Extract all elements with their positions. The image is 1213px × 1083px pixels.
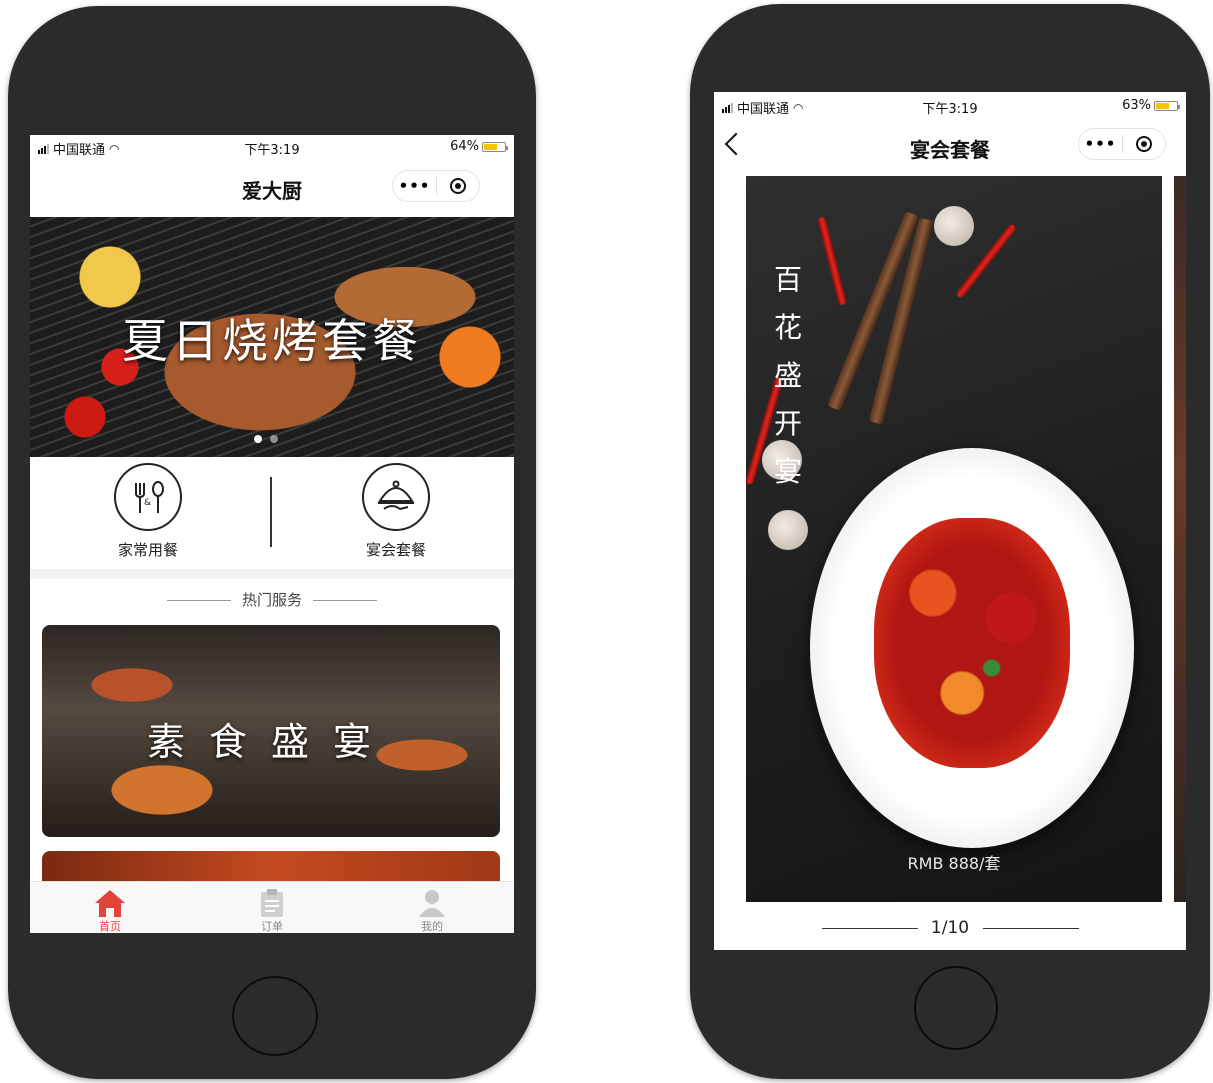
target-icon (449, 178, 466, 194)
slide-pager: 1/10 (714, 918, 1186, 938)
tab-home[interactable]: 首页 (60, 886, 160, 933)
package-price: RMB 888/套 (907, 854, 1001, 873)
section-line-left (167, 600, 232, 601)
chili-pepper (817, 216, 847, 306)
status-time: 下午3:19 (244, 143, 300, 158)
section-header: 热门服务 (30, 589, 514, 610)
tab-bar: 首页 订单 我的 (30, 881, 514, 933)
service-card-vegetarian[interactable]: 素食盛宴 (42, 625, 500, 837)
home-screen: 中国联通 ◠ 下午3:19 64% 爱大厨 ••• 夏日烧烤套餐 & 家常用餐 … (30, 135, 514, 933)
battery-icon (482, 141, 508, 152)
home-icon (95, 890, 125, 917)
tab-orders[interactable]: 订单 (222, 886, 322, 933)
category-banquet[interactable]: 宴会套餐 (334, 463, 458, 563)
fork-spoon-icon: & (114, 463, 182, 531)
pager-text: 1/10 (930, 918, 970, 938)
section-gap (30, 569, 514, 579)
phone-banquet: 中国联通 ◠ 下午3:19 63% 宴会套餐 ••• 百 花 盛 开 宴 RMB… (690, 4, 1210, 1079)
more-menu-button[interactable]: ••• (1079, 135, 1122, 153)
user-icon (419, 890, 445, 917)
more-menu-button[interactable]: ••• (393, 177, 436, 195)
tab-label: 首页 (99, 920, 121, 933)
tab-profile[interactable]: 我的 (382, 886, 482, 933)
section-line-right (312, 600, 377, 601)
close-target-button[interactable] (1123, 136, 1165, 152)
status-bar: 中国联通 ◠ 下午3:19 64% (30, 135, 514, 158)
home-hardware-button[interactable] (914, 966, 998, 1050)
chili-dish (874, 518, 1070, 768)
pager-line-right (982, 927, 1079, 929)
clipboard-icon (261, 889, 283, 917)
category-row: & 家常用餐 宴会套餐 (30, 457, 514, 569)
nav-bar: 爱大厨 ••• (30, 165, 514, 207)
status-time: 下午3:19 (922, 102, 978, 117)
banner-indicator (254, 435, 278, 443)
promo-banner[interactable]: 夏日烧烤套餐 (30, 217, 514, 457)
battery-percent: 64% (450, 139, 479, 154)
garlic-bulb (934, 206, 974, 246)
battery-percent: 63% (1122, 98, 1151, 113)
banner-dot (270, 435, 278, 443)
svg-text:&: & (144, 498, 151, 508)
next-slide-peek[interactable] (1174, 176, 1186, 902)
banner-title: 夏日烧烤套餐 (122, 314, 422, 368)
package-slide[interactable]: 百花盛开宴 RMB 888/套 (746, 176, 1162, 902)
tab-label: 订单 (261, 920, 283, 933)
mini-program-capsule: ••• (392, 170, 480, 202)
card-title: 素食盛宴 (146, 720, 395, 764)
section-title: 热门服务 (241, 591, 302, 609)
pager-line-left (821, 927, 918, 929)
category-label: 宴会套餐 (365, 541, 426, 559)
plate (810, 448, 1134, 848)
target-icon (1135, 136, 1152, 152)
category-divider (270, 477, 272, 547)
battery-icon (1154, 100, 1180, 111)
home-hardware-button[interactable] (232, 976, 318, 1056)
cloche-icon (362, 463, 430, 531)
tab-label: 我的 (421, 920, 443, 933)
banquet-screen: 中国联通 ◠ 下午3:19 63% 宴会套餐 ••• 百 花 盛 开 宴 RMB… (714, 92, 1186, 950)
mini-program-capsule: ••• (1078, 128, 1166, 160)
category-home-meal[interactable]: & 家常用餐 (86, 463, 210, 563)
close-target-button[interactable] (437, 178, 479, 194)
phone-home: 中国联通 ◠ 下午3:19 64% 爱大厨 ••• 夏日烧烤套餐 & 家常用餐 … (8, 6, 536, 1079)
category-label: 家常用餐 (117, 541, 178, 559)
nav-bar: 宴会套餐 ••• (714, 126, 1186, 168)
slide-title: 百花盛开宴 (773, 263, 802, 488)
garlic-bulb (768, 510, 808, 550)
banner-dot (254, 435, 262, 443)
status-bar: 中国联通 ◠ 下午3:19 63% (714, 94, 1186, 117)
